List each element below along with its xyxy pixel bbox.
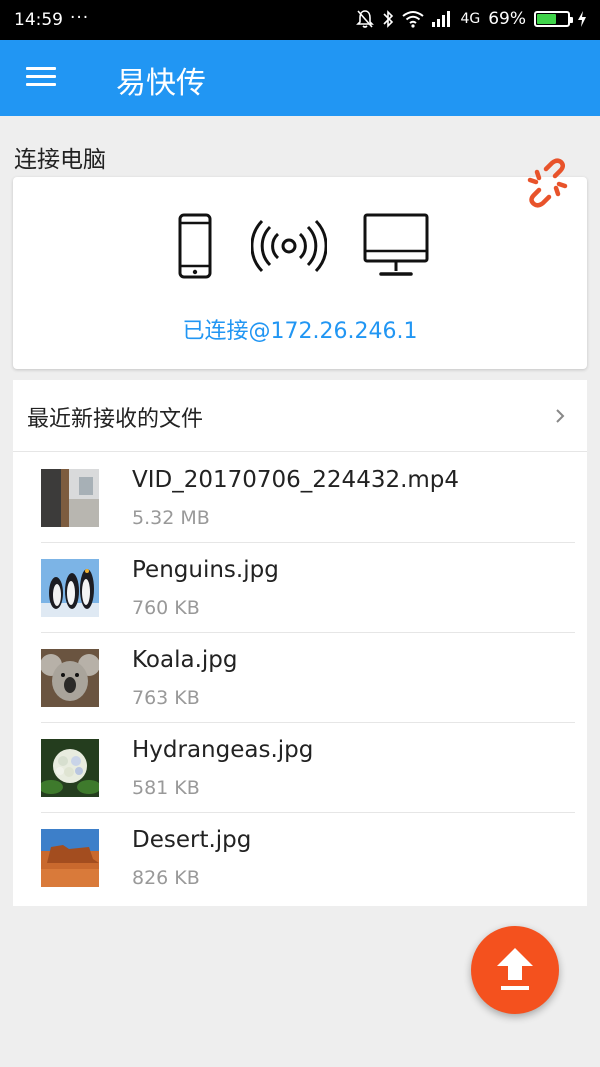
signal-bars-icon	[432, 11, 452, 27]
file-item[interactable]: Desert.jpg 826 KB	[41, 813, 575, 903]
status-icons: 4G 69%	[356, 9, 586, 29]
file-size: 763 KB	[132, 687, 200, 709]
connection-status: 已连接@172.26.246.1	[182, 319, 418, 344]
hamburger-icon	[26, 67, 56, 70]
bell-off-icon	[356, 9, 375, 29]
recent-files-title: 最近新接收的文件	[27, 407, 204, 432]
file-size: 826 KB	[132, 867, 200, 889]
file-name: Desert.jpg	[132, 827, 252, 853]
battery-icon	[534, 11, 573, 27]
file-item[interactable]: Hydrangeas.jpg 581 KB	[41, 723, 575, 813]
upload-button[interactable]	[471, 926, 559, 1014]
connection-card: 已连接@172.26.246.1	[13, 177, 587, 369]
wifi-icon	[402, 10, 425, 28]
status-time: 14:59	[14, 10, 63, 30]
file-item[interactable]: Penguins.jpg 760 KB	[41, 543, 575, 633]
menu-button[interactable]	[24, 62, 64, 94]
upload-arrow-icon	[497, 948, 533, 990]
file-name: VID_20170706_224432.mp4	[132, 467, 460, 493]
file-size: 760 KB	[132, 597, 200, 619]
status-more-dots: ···	[70, 8, 90, 28]
status-bar: 14:59 ··· 4G 69%	[0, 0, 600, 40]
battery-fill	[537, 14, 556, 24]
file-name: Penguins.jpg	[132, 557, 279, 583]
hydrangeas-thumbnail	[41, 739, 99, 797]
recent-files-header[interactable]: 最近新接收的文件	[13, 380, 587, 452]
penguins-thumbnail	[41, 559, 99, 617]
file-size: 5.32 MB	[132, 507, 210, 529]
disconnect-button[interactable]	[522, 158, 574, 208]
file-item[interactable]: VID_20170706_224432.mp4 5.32 MB	[41, 453, 575, 543]
app-title: 易快传	[116, 66, 206, 101]
bluetooth-icon	[382, 9, 394, 29]
file-name: Koala.jpg	[132, 647, 238, 673]
file-name: Hydrangeas.jpg	[132, 737, 314, 763]
video-thumbnail	[41, 469, 99, 527]
network-type: 4G	[460, 11, 481, 27]
battery-percent: 69%	[488, 9, 526, 29]
chevron-right-icon	[556, 409, 565, 423]
signal-icon	[251, 219, 327, 273]
koala-thumbnail	[41, 649, 99, 707]
unlink-icon	[527, 158, 568, 208]
charging-icon	[578, 11, 586, 27]
connect-section-label: 连接电脑	[14, 147, 106, 173]
file-size: 581 KB	[132, 777, 200, 799]
phone-icon	[178, 213, 212, 279]
recent-files-card: 最近新接收的文件 VID_20170706_224432.mp4 5.32 MB	[13, 380, 587, 906]
app-bar: 易快传	[0, 40, 600, 116]
file-item[interactable]: Koala.jpg 763 KB	[41, 633, 575, 723]
monitor-icon	[363, 213, 429, 276]
desert-thumbnail	[41, 829, 99, 887]
